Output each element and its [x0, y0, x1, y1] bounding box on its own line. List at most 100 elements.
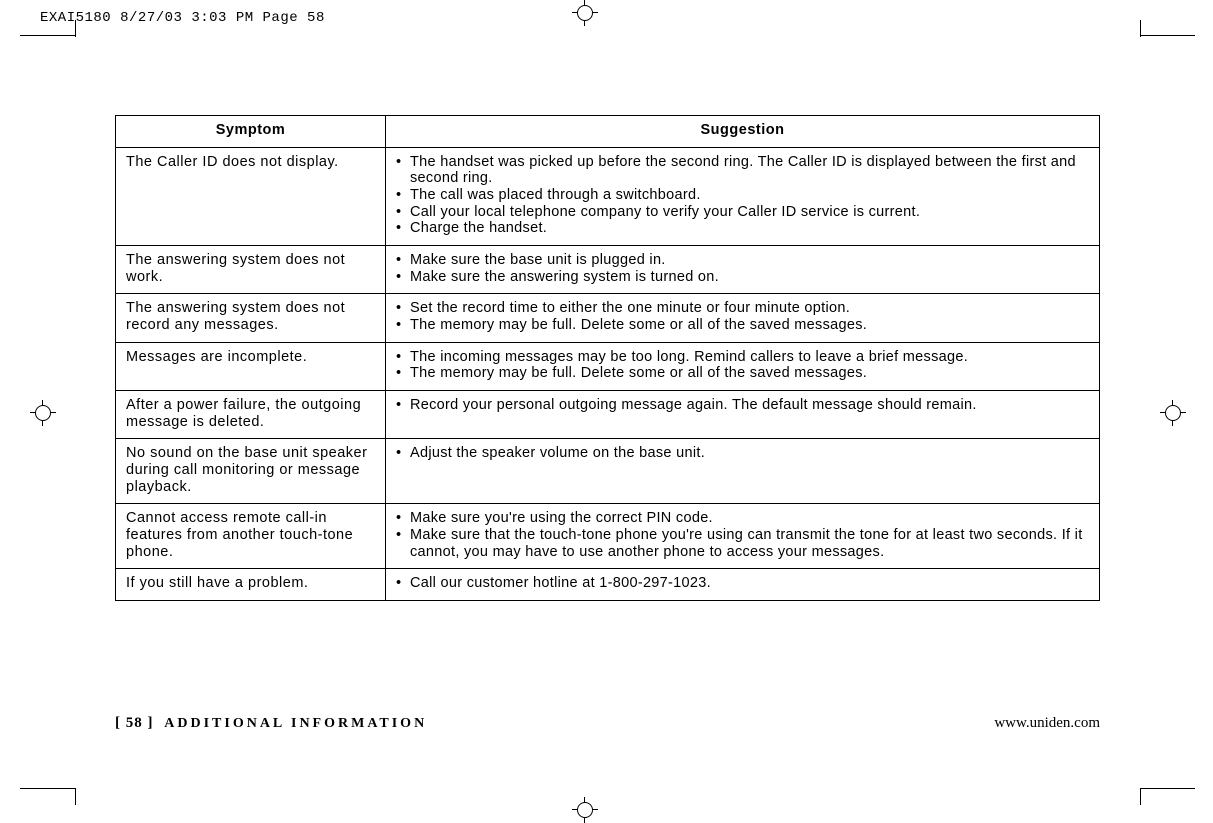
page-number-value: 58 [126, 715, 143, 731]
bullet-icon: • [396, 317, 410, 334]
table-row: If you still have a problem. •Call our cu… [116, 569, 1100, 601]
symptom-cell: If you still have a problem. [116, 569, 386, 601]
suggestion-text: Make sure you're using the correct PIN c… [410, 510, 1089, 527]
bullet-icon: • [396, 445, 410, 462]
bullet-icon: • [396, 269, 410, 286]
page-footer: [ 58 ] ADDITIONAL INFORMATION www.uniden… [115, 715, 1100, 732]
suggestion-cell: •Make sure the base unit is plugged in.•… [386, 246, 1100, 294]
table-row: The answering system does not record any… [116, 294, 1100, 342]
symptom-text: The answering system does not record any… [126, 300, 375, 333]
suggestion-item: •The call was placed through a switchboa… [396, 187, 1089, 204]
suggestion-text: Charge the handset. [410, 220, 1089, 237]
suggestion-text: Make sure the answering system is turned… [410, 269, 1089, 286]
symptom-cell: The Caller ID does not display. [116, 147, 386, 245]
symptom-text: Cannot access remote call-in features fr… [126, 510, 375, 560]
bracket: [ [115, 715, 126, 731]
suggestion-cell: •Make sure you're using the correct PIN … [386, 504, 1100, 569]
crop-mark [20, 35, 75, 36]
symptom-text: The answering system does not work. [126, 252, 375, 285]
bullet-icon: • [396, 204, 410, 221]
suggestion-cell: •Call our customer hotline at 1-800-297-… [386, 569, 1100, 601]
suggestion-item: •Adjust the speaker volume on the base u… [396, 445, 1089, 462]
suggestion-text: Call our customer hotline at 1-800-297-1… [410, 575, 1089, 592]
registration-mark-icon [1160, 400, 1186, 426]
section-title: ADDITIONAL INFORMATION [164, 716, 427, 731]
crop-mark [75, 788, 76, 805]
suggestion-text: Record your personal outgoing message ag… [410, 397, 1089, 414]
bullet-icon: • [396, 252, 410, 269]
registration-mark-icon [30, 400, 56, 426]
symptom-cell: The answering system does not work. [116, 246, 386, 294]
suggestion-cell: •The handset was picked up before the se… [386, 147, 1100, 245]
suggestion-item: •Call our customer hotline at 1-800-297-… [396, 575, 1089, 592]
suggestion-item: •Make sure you're using the correct PIN … [396, 510, 1089, 527]
bullet-icon: • [396, 397, 410, 414]
suggestion-item: •The handset was picked up before the se… [396, 154, 1089, 187]
table-row: The Caller ID does not display.•The hand… [116, 147, 1100, 245]
bullet-icon: • [396, 510, 410, 527]
print-slug: EXAI5180 8/27/03 3:03 PM Page 58 [40, 10, 325, 26]
suggestion-cell: •The incoming messages may be too long. … [386, 342, 1100, 390]
suggestion-item: •The memory may be full. Delete some or … [396, 365, 1089, 382]
suggestion-list: •The handset was picked up before the se… [396, 154, 1089, 237]
symptom-text: After a power failure, the outgoing mess… [126, 397, 375, 430]
page-content: Symptom Suggestion The Caller ID does no… [115, 115, 1100, 601]
symptom-text: If you still have a problem. [126, 575, 375, 592]
bullet-icon: • [396, 220, 410, 237]
suggestion-list: •The incoming messages may be too long. … [396, 349, 1089, 382]
suggestion-item: •Call your local telephone company to ve… [396, 204, 1089, 221]
troubleshoot-table: Symptom Suggestion The Caller ID does no… [115, 115, 1100, 601]
suggestion-item: •Make sure the base unit is plugged in. [396, 252, 1089, 269]
footer-url: www.uniden.com [994, 715, 1100, 732]
suggestion-list: •Make sure the base unit is plugged in.•… [396, 252, 1089, 285]
suggestion-text: Call your local telephone company to ver… [410, 204, 1089, 221]
suggestion-text: Set the record time to either the one mi… [410, 300, 1089, 317]
table-row: After a power failure, the outgoing mess… [116, 391, 1100, 439]
page-number: [ 58 ] [115, 715, 158, 731]
suggestion-item: •The memory may be full. Delete some or … [396, 317, 1089, 334]
suggestion-text: The memory may be full. Delete some or a… [410, 317, 1089, 334]
crop-mark [20, 788, 75, 789]
symptom-cell: Cannot access remote call-in features fr… [116, 504, 386, 569]
bullet-icon: • [396, 365, 410, 382]
bullet-icon: • [396, 527, 410, 560]
suggestion-item: •Make sure that the touch-tone phone you… [396, 527, 1089, 560]
table-row: Messages are incomplete. •The incoming me… [116, 342, 1100, 390]
suggestion-text: The memory may be full. Delete some or a… [410, 365, 1089, 382]
bracket: ] [143, 715, 154, 731]
suggestion-list: •Adjust the speaker volume on the base u… [396, 445, 1089, 462]
suggestion-list: •Make sure you're using the correct PIN … [396, 510, 1089, 560]
suggestion-text: The call was placed through a switchboar… [410, 187, 1089, 204]
crop-mark [1140, 20, 1141, 37]
table-row: No sound on the base unit speaker during… [116, 439, 1100, 504]
crop-mark [75, 20, 76, 37]
crop-mark [1140, 35, 1195, 36]
suggestion-list: •Call our customer hotline at 1-800-297-… [396, 575, 1089, 592]
suggestion-text: The incoming messages may be too long. R… [410, 349, 1089, 366]
bullet-icon: • [396, 349, 410, 366]
symptom-cell: Messages are incomplete. [116, 342, 386, 390]
suggestion-item: •Make sure the answering system is turne… [396, 269, 1089, 286]
suggestion-cell: •Set the record time to either the one m… [386, 294, 1100, 342]
table-row: The answering system does not work. •Make… [116, 246, 1100, 294]
col-header-suggestion: Suggestion [386, 116, 1100, 148]
bullet-icon: • [396, 575, 410, 592]
suggestion-cell: •Adjust the speaker volume on the base u… [386, 439, 1100, 504]
suggestion-list: •Set the record time to either the one m… [396, 300, 1089, 333]
symptom-cell: The answering system does not record any… [116, 294, 386, 342]
symptom-text: The Caller ID does not display. [126, 154, 375, 171]
bullet-icon: • [396, 154, 410, 187]
suggestion-text: Make sure the base unit is plugged in. [410, 252, 1089, 269]
col-header-symptom: Symptom [116, 116, 386, 148]
crop-mark [1140, 788, 1141, 805]
suggestion-text: Adjust the speaker volume on the base un… [410, 445, 1089, 462]
suggestion-item: •The incoming messages may be too long. … [396, 349, 1089, 366]
registration-mark-icon [572, 0, 598, 26]
crop-mark [1140, 788, 1195, 789]
table-row: Cannot access remote call-in features fr… [116, 504, 1100, 569]
suggestion-cell: •Record your personal outgoing message a… [386, 391, 1100, 439]
suggestion-text: The handset was picked up before the sec… [410, 154, 1089, 187]
suggestion-item: •Set the record time to either the one m… [396, 300, 1089, 317]
symptom-cell: No sound on the base unit speaker during… [116, 439, 386, 504]
registration-mark-icon [572, 797, 598, 823]
